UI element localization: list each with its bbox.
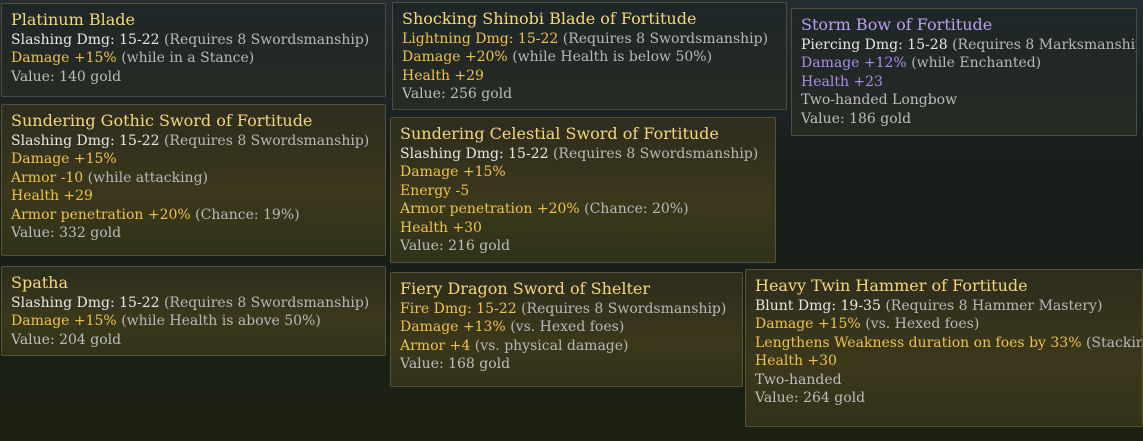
health-line: Health +29	[402, 67, 484, 84]
armor-penetration-line: Armor penetration +20% (Chance: 19%)	[11, 206, 300, 223]
value-line: Value: 186 gold	[801, 110, 912, 127]
value-line: Value: 216 gold	[400, 238, 511, 255]
modifier-line: Damage +15% (while Health is above 50%)	[11, 313, 321, 330]
weakness-line: Lengthens Weakness duration on foes by 3…	[755, 334, 1142, 351]
value-line: Value: 256 gold	[402, 86, 513, 103]
modifier-line: Damage +12% (while Enchanted)	[801, 55, 1042, 72]
health-line: Health +23	[801, 73, 883, 90]
modifier-line: Damage +15% (vs. Hexed foes)	[755, 316, 980, 333]
item-title: Heavy Twin Hammer of Fortitude	[755, 276, 1028, 295]
damage-line: Slashing Dmg: 15-22 (Requires 8 Swordsma…	[11, 295, 370, 311]
damage-line: Lightning Dmg: 15-22 (Requires 8 Swordsm…	[402, 31, 769, 47]
value-line: Value: 264 gold	[755, 390, 866, 407]
item-tooltip-storm-bow: Storm Bow of Fortitude Piercing Dmg: 15-…	[791, 8, 1137, 136]
modifier-line: Damage +20% (while Health is below 50%)	[402, 49, 713, 66]
health-line: Health +30	[755, 353, 837, 370]
item-tooltip-platinum-blade: Platinum Blade Slashing Dmg: 15-22 (Requ…	[1, 3, 386, 97]
item-title: Sundering Celestial Sword of Fortitude	[400, 124, 719, 143]
health-line: Health +29	[11, 188, 93, 205]
damage-line: Slashing Dmg: 15-22 (Requires 8 Swordsma…	[11, 133, 370, 149]
item-title: Storm Bow of Fortitude	[801, 15, 993, 34]
modifier-line: Damage +15%	[11, 151, 117, 168]
modifier-line: Damage +15% (while in a Stance)	[11, 50, 255, 67]
health-line: Health +30	[400, 219, 482, 236]
damage-line: Fire Dmg: 15-22 (Requires 8 Swordsmanshi…	[400, 301, 727, 317]
item-title: Spatha	[11, 273, 69, 292]
modifier-line: Damage +13% (vs. Hexed foes)	[400, 319, 625, 336]
item-tooltip-fiery-dragon-sword: Fiery Dragon Sword of Shelter Fire Dmg: …	[390, 272, 743, 387]
damage-line: Slashing Dmg: 15-22 (Requires 8 Swordsma…	[400, 146, 759, 162]
damage-line: Slashing Dmg: 15-22 (Requires 8 Swordsma…	[11, 32, 370, 48]
value-line: Value: 168 gold	[400, 356, 511, 373]
armor-line: Armor +4 (vs. physical damage)	[400, 337, 629, 354]
armor-penetration-line: Armor penetration +20% (Chance: 20%)	[400, 201, 689, 218]
weapon-type-line: Two-handed Longbow	[801, 92, 958, 109]
item-tooltip-heavy-twin-hammer: Heavy Twin Hammer of Fortitude Blunt Dmg…	[745, 269, 1143, 427]
damage-line: Piercing Dmg: 15-28 (Requires 8 Marksman…	[801, 37, 1137, 53]
armor-line: Armor -10 (while attacking)	[11, 169, 208, 186]
item-title: Sundering Gothic Sword of Fortitude	[11, 111, 313, 130]
energy-line: Energy -5	[400, 182, 470, 199]
item-tooltip-sundering-gothic-sword: Sundering Gothic Sword of Fortitude Slas…	[1, 104, 386, 256]
item-title: Fiery Dragon Sword of Shelter	[400, 279, 651, 298]
item-title: Platinum Blade	[11, 10, 135, 29]
value-line: Value: 204 gold	[11, 331, 122, 348]
item-tooltip-sundering-celestial-sword: Sundering Celestial Sword of Fortitude S…	[390, 117, 776, 263]
modifier-line: Damage +15%	[400, 164, 506, 181]
item-tooltip-spatha: Spatha Slashing Dmg: 15-22 (Requires 8 S…	[1, 266, 386, 356]
value-line: Value: 332 gold	[11, 225, 122, 242]
item-tooltip-shocking-shinobi-blade: Shocking Shinobi Blade of Fortitude Ligh…	[392, 2, 787, 110]
value-line: Value: 140 gold	[11, 68, 122, 85]
damage-line: Blunt Dmg: 19-35 (Requires 8 Hammer Mast…	[755, 298, 1103, 314]
weapon-type-line: Two-handed	[755, 371, 842, 388]
item-title: Shocking Shinobi Blade of Fortitude	[402, 9, 697, 28]
